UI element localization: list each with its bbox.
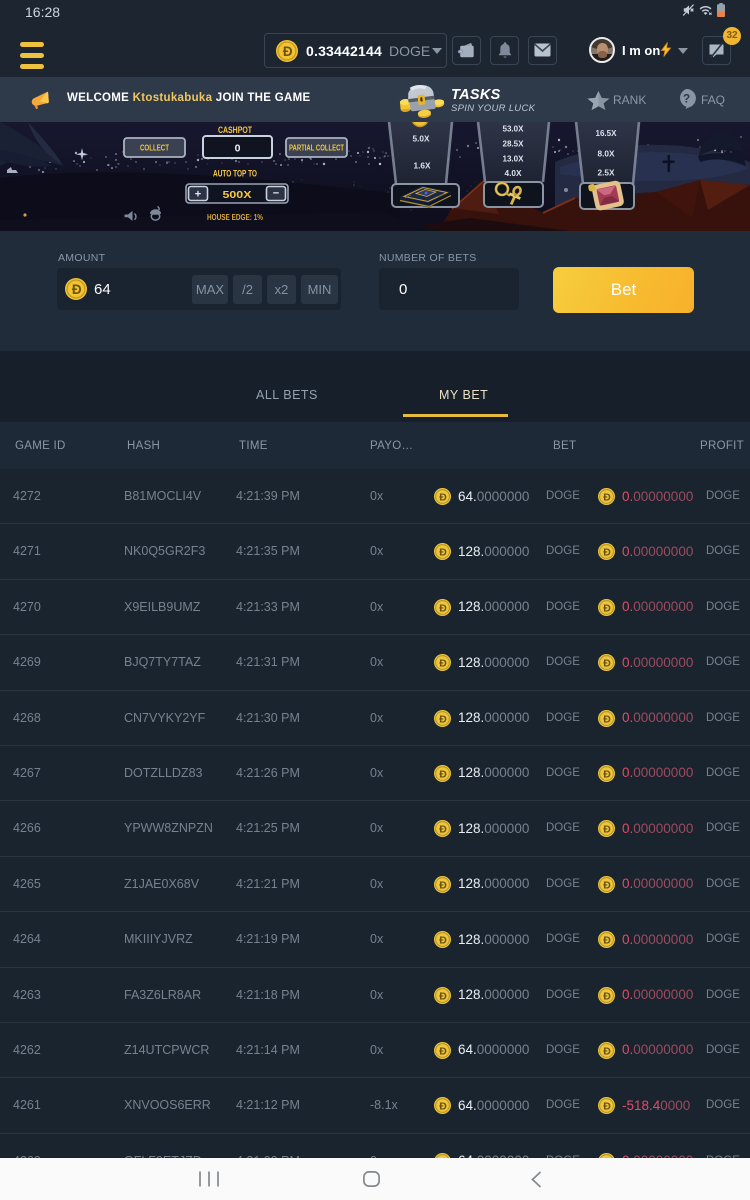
svg-text:5.0X: 5.0X [413, 134, 430, 144]
svg-text:4.0X: 4.0X [505, 168, 522, 178]
svg-text:Đ: Đ [439, 658, 447, 670]
svg-text:−: − [273, 188, 279, 200]
svg-text:Đ: Đ [439, 492, 447, 504]
svg-text:Đ: Đ [603, 879, 611, 891]
svg-text:Đ: Đ [439, 990, 447, 1002]
svg-text:HOUSE EDGE: 1%: HOUSE EDGE: 1% [207, 212, 263, 222]
svg-text:CASHPOT: CASHPOT [218, 125, 252, 135]
svg-text:Đ: Đ [439, 1046, 447, 1058]
svg-text:+: + [195, 189, 201, 201]
svg-text:Đ: Đ [603, 935, 611, 947]
svg-text:Đ: Đ [603, 658, 611, 670]
svg-text:Đ: Đ [603, 824, 611, 836]
svg-text:Đ: Đ [603, 1101, 611, 1113]
svg-text:Đ: Đ [603, 602, 611, 614]
svg-text:500X: 500X [223, 190, 252, 201]
svg-text:Đ: Đ [603, 990, 611, 1002]
svg-text:Đ: Đ [439, 602, 447, 614]
svg-text:Đ: Đ [439, 935, 447, 947]
svg-text:Đ: Đ [439, 769, 447, 781]
svg-text:AUTO TOP TO: AUTO TOP TO [213, 169, 257, 179]
svg-text:16.5X: 16.5X [596, 128, 617, 138]
svg-text:PARTIAL COLLECT: PARTIAL COLLECT [289, 144, 344, 153]
svg-text:28.5X: 28.5X [503, 139, 524, 149]
svg-text:53.0X: 53.0X [503, 124, 524, 134]
svg-text:Đ: Đ [603, 1046, 611, 1058]
svg-text:Đ: Đ [439, 879, 447, 891]
svg-text:Đ: Đ [72, 282, 82, 297]
svg-text:Đ: Đ [603, 769, 611, 781]
svg-text:8.0X: 8.0X [598, 149, 615, 159]
svg-text:13.0X: 13.0X [503, 154, 524, 164]
svg-text:2.5X: 2.5X [598, 168, 615, 178]
svg-text:Đ: Đ [439, 713, 447, 725]
svg-text:0: 0 [235, 143, 241, 155]
svg-text:Đ: Đ [603, 713, 611, 725]
svg-text:Đ: Đ [283, 44, 293, 59]
svg-text:1.6X: 1.6X [414, 161, 431, 171]
svg-text:Đ: Đ [439, 824, 447, 836]
svg-text:Đ: Đ [603, 492, 611, 504]
svg-text:?: ? [683, 92, 690, 106]
svg-text:COLLECT: COLLECT [140, 143, 170, 153]
svg-text:Đ: Đ [603, 547, 611, 559]
svg-text:Đ: Đ [439, 547, 447, 559]
svg-text:Đ: Đ [439, 1101, 447, 1113]
